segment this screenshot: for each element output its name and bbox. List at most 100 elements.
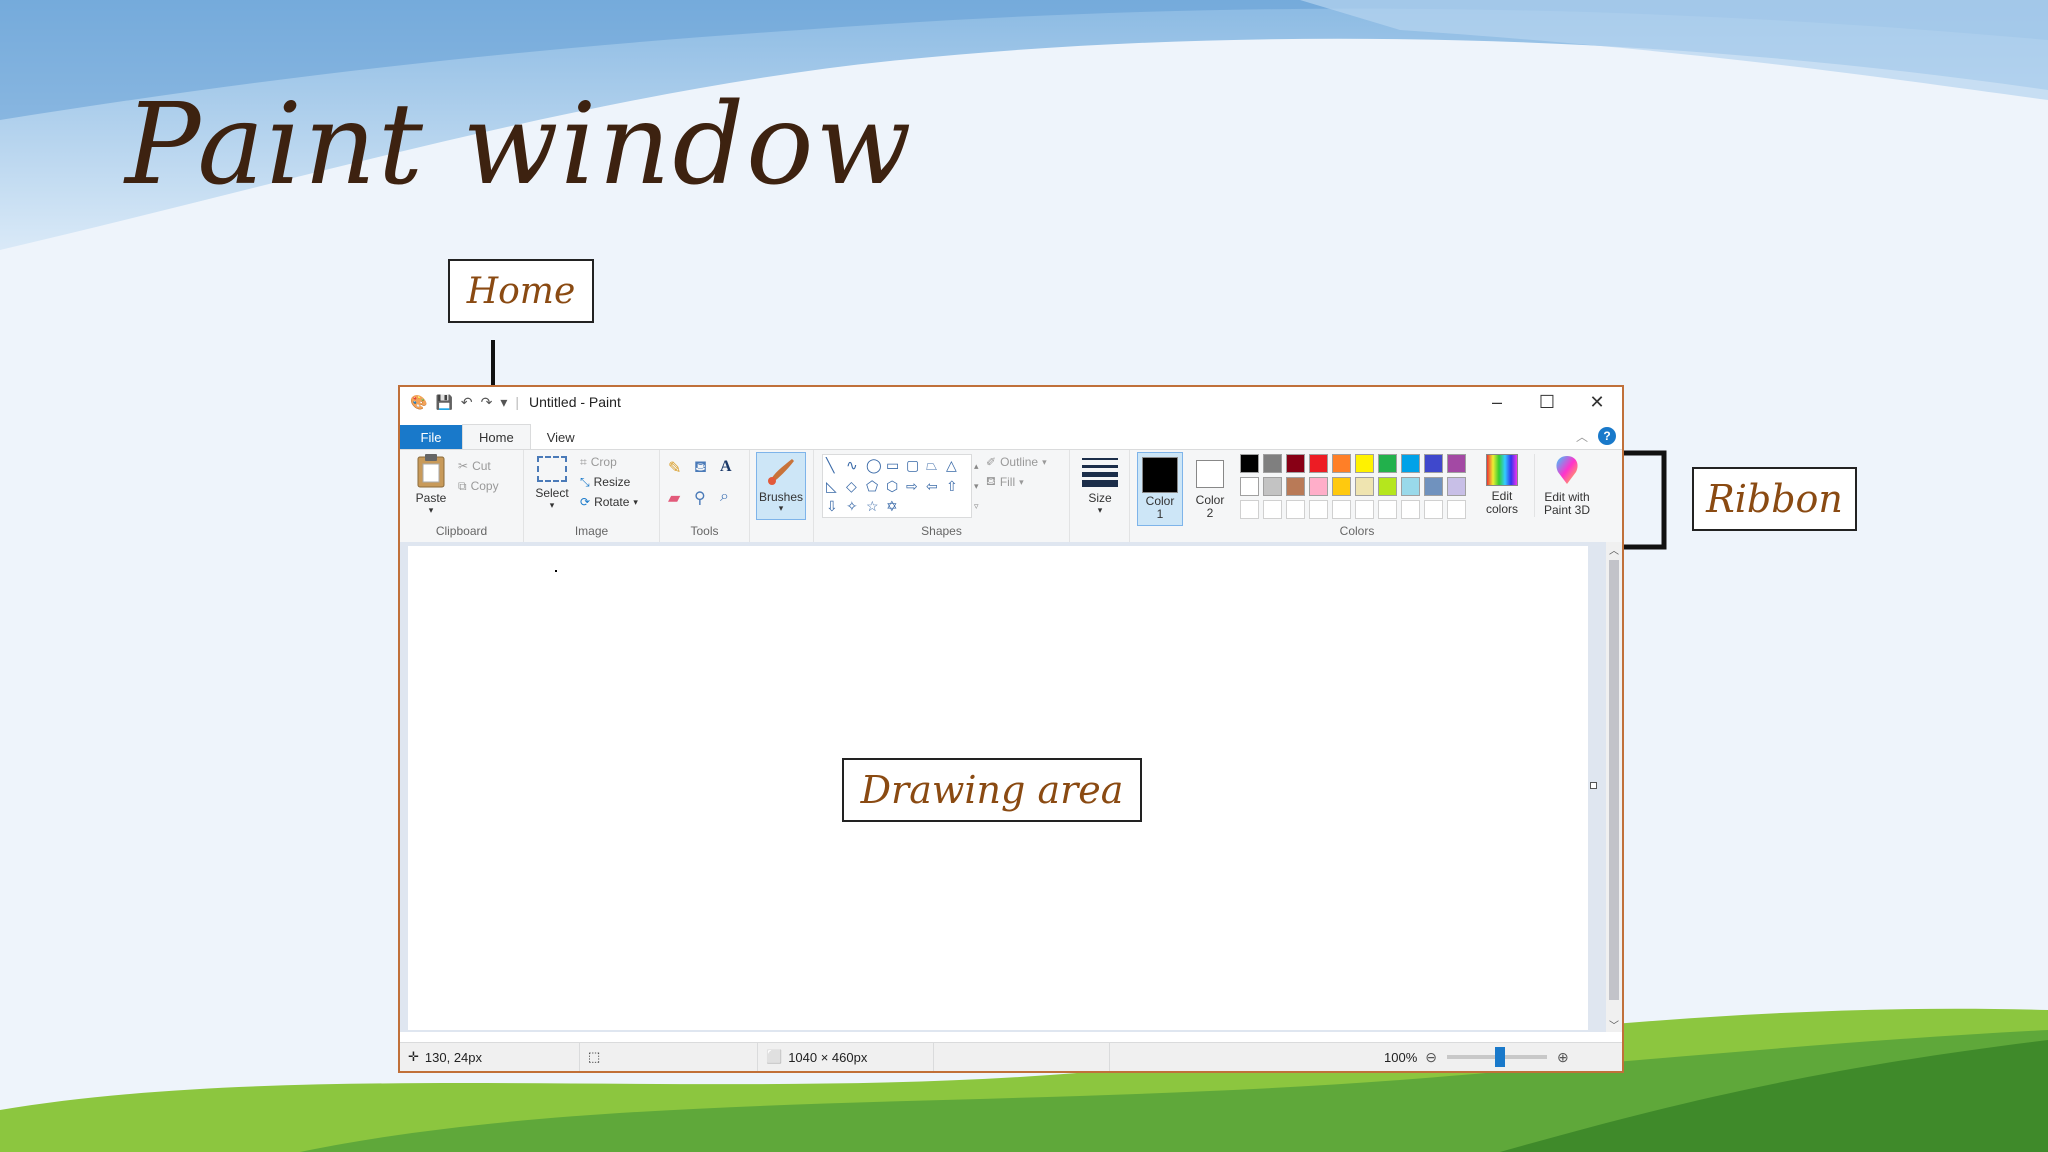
color-swatch[interactable]: [1401, 454, 1420, 473]
four-point-star-shape-icon[interactable]: ✧: [846, 496, 866, 517]
tab-file[interactable]: File: [400, 425, 462, 449]
color-swatch[interactable]: [1240, 477, 1259, 496]
size-button[interactable]: Size ▾: [1080, 456, 1120, 516]
pentagon-shape-icon[interactable]: ⬠: [866, 476, 886, 497]
scroll-up-icon[interactable]: ︿: [1606, 542, 1622, 557]
collapse-ribbon-icon[interactable]: ︿: [1576, 428, 1588, 445]
zoom-in-icon[interactable]: ⊕: [1557, 1049, 1569, 1066]
color-swatch[interactable]: [1332, 477, 1351, 496]
color-swatch[interactable]: [1309, 500, 1328, 519]
hexagon-shape-icon[interactable]: ⬡: [886, 476, 906, 497]
color-swatch[interactable]: [1355, 500, 1374, 519]
color2-button[interactable]: Color 2: [1187, 452, 1233, 526]
help-icon[interactable]: ?: [1598, 427, 1616, 445]
edit-colors-button[interactable]: Edit colors: [1478, 454, 1526, 516]
down-arrow-shape-icon[interactable]: ⇩: [826, 496, 846, 517]
color-swatch[interactable]: [1355, 454, 1374, 473]
six-point-star-shape-icon[interactable]: ✡: [886, 496, 906, 517]
color-swatch[interactable]: [1447, 454, 1466, 473]
zoom-slider[interactable]: [1446, 1047, 1547, 1067]
close-button[interactable]: ✕: [1572, 387, 1622, 417]
fill-button[interactable]: ⛾ Fill ▾: [986, 472, 1047, 492]
scrollbar-thumb[interactable]: [1609, 560, 1619, 1000]
color-swatch[interactable]: [1355, 477, 1374, 496]
color-swatch[interactable]: [1424, 454, 1443, 473]
color-swatch[interactable]: [1286, 477, 1305, 496]
undo-icon[interactable]: ↶: [461, 394, 473, 411]
maximize-button[interactable]: ☐: [1522, 387, 1572, 417]
paint-app-icon: 🎨: [410, 393, 428, 410]
fill-shape-icon: ⛾: [986, 474, 996, 488]
color-swatch[interactable]: [1378, 500, 1397, 519]
tab-home[interactable]: Home: [462, 424, 531, 449]
brushes-button[interactable]: Brushes ▾: [756, 452, 806, 520]
color-swatch[interactable]: [1332, 500, 1351, 519]
color-swatch[interactable]: [1332, 454, 1351, 473]
up-arrow-shape-icon[interactable]: ⇧: [946, 476, 966, 497]
color-swatch[interactable]: [1401, 500, 1420, 519]
select-button[interactable]: Select ▾: [532, 456, 572, 511]
color-swatch[interactable]: [1424, 477, 1443, 496]
color1-button[interactable]: Color 1: [1137, 452, 1183, 526]
vertical-scrollbar[interactable]: ︿ ﹀: [1606, 542, 1622, 1032]
right-arrow-shape-icon[interactable]: ⇨: [906, 476, 926, 497]
color-swatch[interactable]: [1378, 477, 1397, 496]
color-swatch[interactable]: [1286, 500, 1305, 519]
color-swatch[interactable]: [1309, 477, 1328, 496]
line-shape-icon[interactable]: ╲: [826, 455, 846, 476]
color-swatch[interactable]: [1424, 500, 1443, 519]
scroll-down-icon[interactable]: ﹀: [1606, 1017, 1622, 1032]
color-swatch[interactable]: [1378, 454, 1397, 473]
oval-shape-icon[interactable]: ◯: [866, 455, 886, 476]
color-swatch[interactable]: [1240, 500, 1259, 519]
chevron-down-icon: ▾: [1042, 456, 1047, 467]
eraser-icon[interactable]: ▰: [668, 488, 694, 508]
outline-button[interactable]: ✐ Outline ▾: [986, 452, 1047, 472]
shapes-scroll-icon[interactable]: ▴ ▾ ▿: [974, 456, 979, 516]
color-swatch[interactable]: [1447, 477, 1466, 496]
tools-label: Tools: [690, 524, 719, 538]
curve-shape-icon[interactable]: ∿: [846, 455, 866, 476]
canvas-resize-handle[interactable]: [1590, 782, 1597, 789]
color-swatch[interactable]: [1240, 454, 1259, 473]
pencil-icon[interactable]: ✎: [668, 458, 694, 478]
cursor-position-icon: ✛: [408, 1049, 419, 1064]
five-point-star-shape-icon[interactable]: ☆: [866, 496, 886, 517]
crop-button[interactable]: ⌗ Crop: [580, 452, 638, 472]
paste-button[interactable]: Paste ▾: [410, 452, 452, 516]
color-swatch[interactable]: [1263, 500, 1282, 519]
diamond-shape-icon[interactable]: ◇: [846, 476, 866, 497]
left-arrow-shape-icon[interactable]: ⇦: [926, 476, 946, 497]
color-swatch[interactable]: [1263, 477, 1282, 496]
polygon-shape-icon[interactable]: ⏢: [926, 455, 946, 476]
rectangle-shape-icon[interactable]: ▭: [886, 455, 906, 476]
rounded-rectangle-shape-icon[interactable]: ▢: [906, 455, 926, 476]
shapes-gallery[interactable]: ╲ ∿ ◯ ▭ ▢ ⏢ △ ◺ ◇ ⬠ ⬡ ⇨ ⇦ ⇧ ⇩ ✧ ☆ ✡: [822, 454, 972, 518]
color-swatch[interactable]: [1447, 500, 1466, 519]
rotate-button[interactable]: ⟳ Rotate ▾: [580, 492, 638, 512]
zoom-out-icon[interactable]: ⊖: [1425, 1049, 1437, 1066]
resize-icon: ⤡: [580, 474, 590, 489]
edit-with-paint3d-button[interactable]: Edit with Paint 3D: [1534, 454, 1599, 517]
tab-view[interactable]: View: [531, 425, 591, 449]
color-palette: [1240, 454, 1470, 524]
cut-button[interactable]: ✂ Cut: [458, 456, 499, 476]
magnifier-icon[interactable]: ⌕: [720, 488, 746, 508]
color-swatch[interactable]: [1401, 477, 1420, 496]
minimize-button[interactable]: –: [1472, 387, 1522, 417]
save-icon[interactable]: 💾: [435, 394, 452, 411]
color-swatch[interactable]: [1309, 454, 1328, 473]
redo-icon[interactable]: ↷: [481, 394, 493, 411]
triangle-shape-icon[interactable]: △: [946, 455, 966, 476]
text-icon[interactable]: A: [720, 458, 746, 478]
right-triangle-shape-icon[interactable]: ◺: [826, 476, 846, 497]
color-swatch[interactable]: [1286, 454, 1305, 473]
customize-dropdown-icon[interactable]: ▾: [500, 394, 507, 411]
image-label: Image: [574, 524, 609, 538]
copy-button[interactable]: ⧉ Copy: [458, 476, 499, 496]
color-swatch[interactable]: [1263, 454, 1282, 473]
zoom-slider-thumb[interactable]: [1494, 1047, 1505, 1067]
resize-button[interactable]: ⤡ Resize: [580, 472, 638, 492]
color-picker-icon[interactable]: ⚲: [694, 488, 720, 508]
fill-icon[interactable]: ⛾: [694, 458, 720, 478]
